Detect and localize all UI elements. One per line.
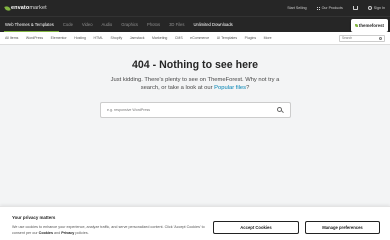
our-products-label: Our Products [321, 6, 343, 10]
privacy-policy-link[interactable]: Privacy [61, 231, 74, 235]
cookie-text-and: and [53, 231, 62, 235]
main-search-box [100, 102, 291, 118]
cookie-title: Your privacy matters [12, 215, 56, 220]
start-selling-link[interactable]: Start Selling [287, 6, 306, 10]
themeforest-leaf-icon [354, 24, 358, 27]
top-header: envatomarket Start Selling Our Products … [0, 0, 390, 16]
sign-in-link[interactable]: Sign In [367, 6, 385, 10]
category-hosting[interactable]: Hosting [74, 36, 86, 40]
category-all-items[interactable]: All Items [5, 36, 18, 40]
category-html[interactable]: HTML [94, 36, 104, 40]
category-cms[interactable]: CMS [175, 36, 183, 40]
nav-unlimited-downloads[interactable]: Unlimited Downloads [193, 22, 232, 27]
grid-icon [316, 6, 320, 10]
category-shopify[interactable]: Shopify [111, 36, 123, 40]
nav-audio[interactable]: Audio [102, 22, 113, 27]
not-found-content: 404 - Nothing to see here Just kidding. … [0, 45, 390, 205]
accept-cookies-button[interactable]: Accept Cookies [213, 221, 299, 234]
logo-brand: envato [11, 5, 30, 11]
nav-photos[interactable]: Photos [147, 22, 160, 27]
nav-video[interactable]: Video [82, 22, 93, 27]
search-icon[interactable] [277, 106, 284, 114]
category-marketing[interactable]: Marketing [152, 36, 167, 40]
themeforest-label: themeforest [358, 23, 384, 28]
nav-3d-files[interactable]: 3D Files [169, 22, 184, 27]
search-icon[interactable] [379, 36, 382, 40]
header-links: Start Selling Our Products Sign In [287, 6, 385, 10]
cookie-text-end: policies. [74, 231, 89, 235]
subtitle-text: Just kidding. There's plenty to see on T… [110, 77, 280, 92]
cart-button[interactable] [352, 6, 358, 10]
cookie-text: We use cookies to enhance your experienc… [12, 224, 212, 236]
cookies-policy-link[interactable]: Cookies [39, 231, 53, 235]
category-bar: All Items WordPress Elementor Hosting HT… [0, 32, 390, 45]
page-subtitle: Just kidding. There's plenty to see on T… [110, 76, 280, 93]
category-jamstack[interactable]: Jamstack [130, 36, 145, 40]
category-search-input[interactable] [342, 35, 378, 41]
category-search-box [339, 34, 385, 42]
our-products-link[interactable]: Our Products [316, 6, 343, 10]
logo-suffix: market [29, 5, 47, 11]
nav-graphics[interactable]: Graphics [121, 22, 138, 27]
category-ui-templates[interactable]: UI Templates [217, 36, 237, 40]
category-wordpress[interactable]: WordPress [26, 36, 43, 40]
sign-in-label: Sign In [373, 6, 385, 10]
manage-preferences-button[interactable]: Manage preferences [305, 221, 380, 234]
category-plugins[interactable]: Plugins [245, 36, 256, 40]
themeforest-badge[interactable]: themeforest [350, 19, 388, 32]
nav-web-themes[interactable]: Web Themes & Templates [5, 22, 54, 27]
subtitle-end: ? [246, 85, 250, 92]
main-search-input[interactable] [107, 106, 277, 114]
popular-files-link[interactable]: Popular files [214, 85, 246, 91]
nav-code[interactable]: Code [63, 22, 73, 27]
envato-market-logo[interactable]: envatomarket [4, 4, 47, 12]
cookie-banner: Your privacy matters We use cookies to e… [0, 206, 390, 240]
user-icon [367, 6, 372, 10]
page-title: 404 - Nothing to see here [132, 59, 258, 71]
envato-leaf-icon [4, 4, 11, 12]
category-ecommerce[interactable]: eCommerce [190, 36, 209, 40]
main-navigation: Web Themes & Templates Code Video Audio … [0, 16, 390, 33]
cart-icon [352, 6, 358, 10]
category-elementor[interactable]: Elementor [51, 36, 67, 40]
category-more[interactable]: More [264, 36, 272, 40]
